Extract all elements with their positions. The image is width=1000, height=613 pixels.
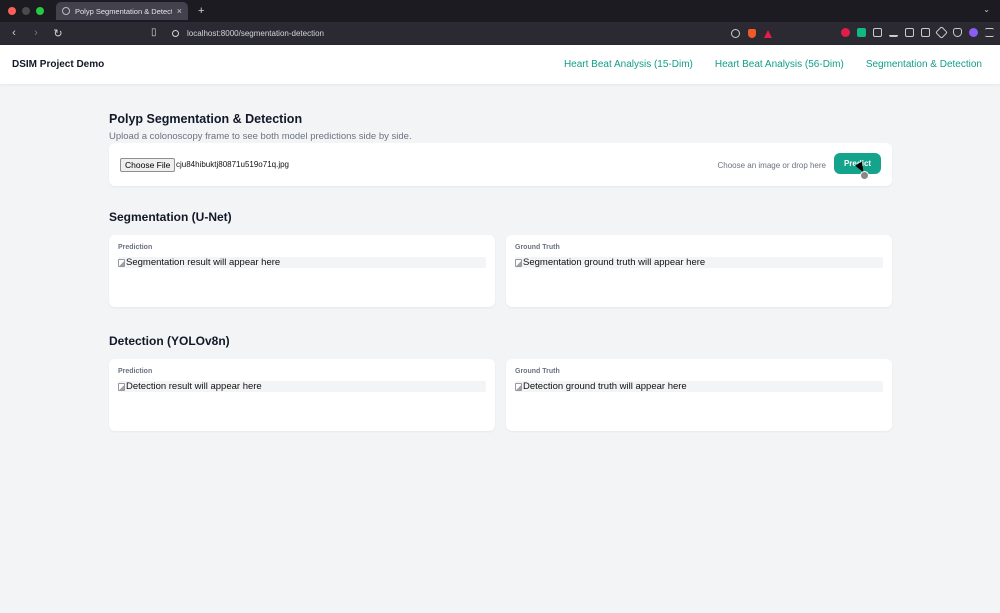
page-subtitle: Upload a colonoscopy frame to see both m…: [109, 131, 412, 142]
close-window-button[interactable]: [8, 7, 16, 15]
segmentation-ground-truth-card: Ground Truth Segmentation ground truth w…: [506, 235, 892, 307]
forward-icon[interactable]: ›: [30, 27, 42, 40]
segmentation-ground-truth-image: Segmentation ground truth will appear he…: [515, 257, 883, 268]
segmentation-section-title: Segmentation (U-Net): [109, 210, 232, 224]
menu-icon[interactable]: [985, 28, 994, 37]
download-icon[interactable]: [889, 28, 898, 37]
page-title: Polyp Segmentation & Detection: [109, 112, 303, 126]
extensions-area: [841, 26, 994, 39]
bookmark-icon[interactable]: ▯: [151, 27, 157, 38]
reload-icon[interactable]: ↻: [52, 27, 64, 40]
nav-links: Heart Beat Analysis (15-Dim) Heart Beat …: [564, 59, 982, 70]
brave-shield-icon[interactable]: [748, 29, 756, 38]
image-alt-text: Detection ground truth will appear here: [523, 381, 687, 392]
rewards-icon[interactable]: [764, 29, 772, 38]
profile-icon[interactable]: [969, 28, 978, 37]
upload-card: Choose File cju84hibuktj80871u519o71q.jp…: [109, 143, 892, 186]
browser-tab-bar: Polyp Segmentation & Detection × + ⌄: [0, 0, 1000, 22]
close-tab-icon[interactable]: ×: [177, 6, 182, 16]
url-text: localhost:8000/segmentation-detection: [187, 29, 324, 38]
browser-toolbar: ‹ › ↻ ▯ localhost:8000/segmentation-dete…: [0, 22, 1000, 45]
sidebar-icon[interactable]: [905, 28, 914, 37]
site-info-icon[interactable]: [172, 30, 179, 37]
nav-link-segmentation-detection[interactable]: Segmentation & Detection: [866, 59, 982, 70]
detection-section-title: Detection (YOLOv8n): [109, 334, 230, 348]
card-label: Ground Truth: [515, 244, 560, 251]
wallet-icon[interactable]: [921, 28, 930, 37]
maximize-window-button[interactable]: [36, 7, 44, 15]
tab-title: Polyp Segmentation & Detection: [75, 6, 172, 16]
nav-link-heartbeat-15[interactable]: Heart Beat Analysis (15-Dim): [564, 59, 693, 70]
app-navbar: DSIM Project Demo Heart Beat Analysis (1…: [0, 45, 1000, 84]
drop-hint[interactable]: Choose an image or drop here: [717, 161, 826, 170]
new-tab-icon[interactable]: +: [198, 5, 204, 17]
extension-icon[interactable]: [857, 28, 866, 37]
segmentation-prediction-image: Segmentation result will appear here: [118, 257, 486, 268]
zoom-icon[interactable]: [731, 29, 740, 38]
vpn-icon[interactable]: [953, 28, 962, 37]
selected-filename: cju84hibuktj80871u519o71q.jpg: [176, 160, 289, 169]
image-alt-text: Segmentation result will appear here: [126, 257, 281, 268]
page-header: Polyp Segmentation & Detection Upload a …: [109, 112, 892, 142]
brand-title[interactable]: DSIM Project Demo: [12, 59, 104, 70]
minimize-window-button[interactable]: [22, 7, 30, 15]
broken-image-icon: [118, 382, 125, 391]
broken-image-icon: [515, 382, 522, 391]
choose-file-button[interactable]: Choose File: [120, 158, 176, 172]
detection-prediction-image: Detection result will appear here: [118, 381, 486, 392]
card-label: Prediction: [118, 244, 153, 251]
leo-icon[interactable]: [935, 26, 948, 39]
puzzle-icon[interactable]: [873, 28, 882, 37]
busy-cursor-icon: [860, 171, 869, 180]
address-bar[interactable]: localhost:8000/segmentation-detection: [172, 26, 772, 41]
nav-link-heartbeat-56[interactable]: Heart Beat Analysis (56-Dim): [715, 59, 844, 70]
globe-icon: [62, 7, 70, 15]
detection-ground-truth-image: Detection ground truth will appear here: [515, 381, 883, 392]
extension-icon[interactable]: [841, 28, 850, 37]
image-alt-text: Detection result will appear here: [126, 381, 262, 392]
chevron-down-icon[interactable]: ⌄: [983, 5, 990, 14]
image-alt-text: Segmentation ground truth will appear he…: [523, 257, 706, 268]
segmentation-prediction-card: Prediction Segmentation result will appe…: [109, 235, 495, 307]
detection-ground-truth-card: Ground Truth Detection ground truth will…: [506, 359, 892, 431]
broken-image-icon: [118, 258, 125, 267]
detection-prediction-card: Prediction Detection result will appear …: [109, 359, 495, 431]
back-icon[interactable]: ‹: [8, 27, 20, 40]
window-controls: [8, 7, 44, 15]
broken-image-icon: [515, 258, 522, 267]
card-label: Prediction: [118, 368, 153, 375]
browser-tab[interactable]: Polyp Segmentation & Detection ×: [56, 2, 188, 20]
card-label: Ground Truth: [515, 368, 560, 375]
